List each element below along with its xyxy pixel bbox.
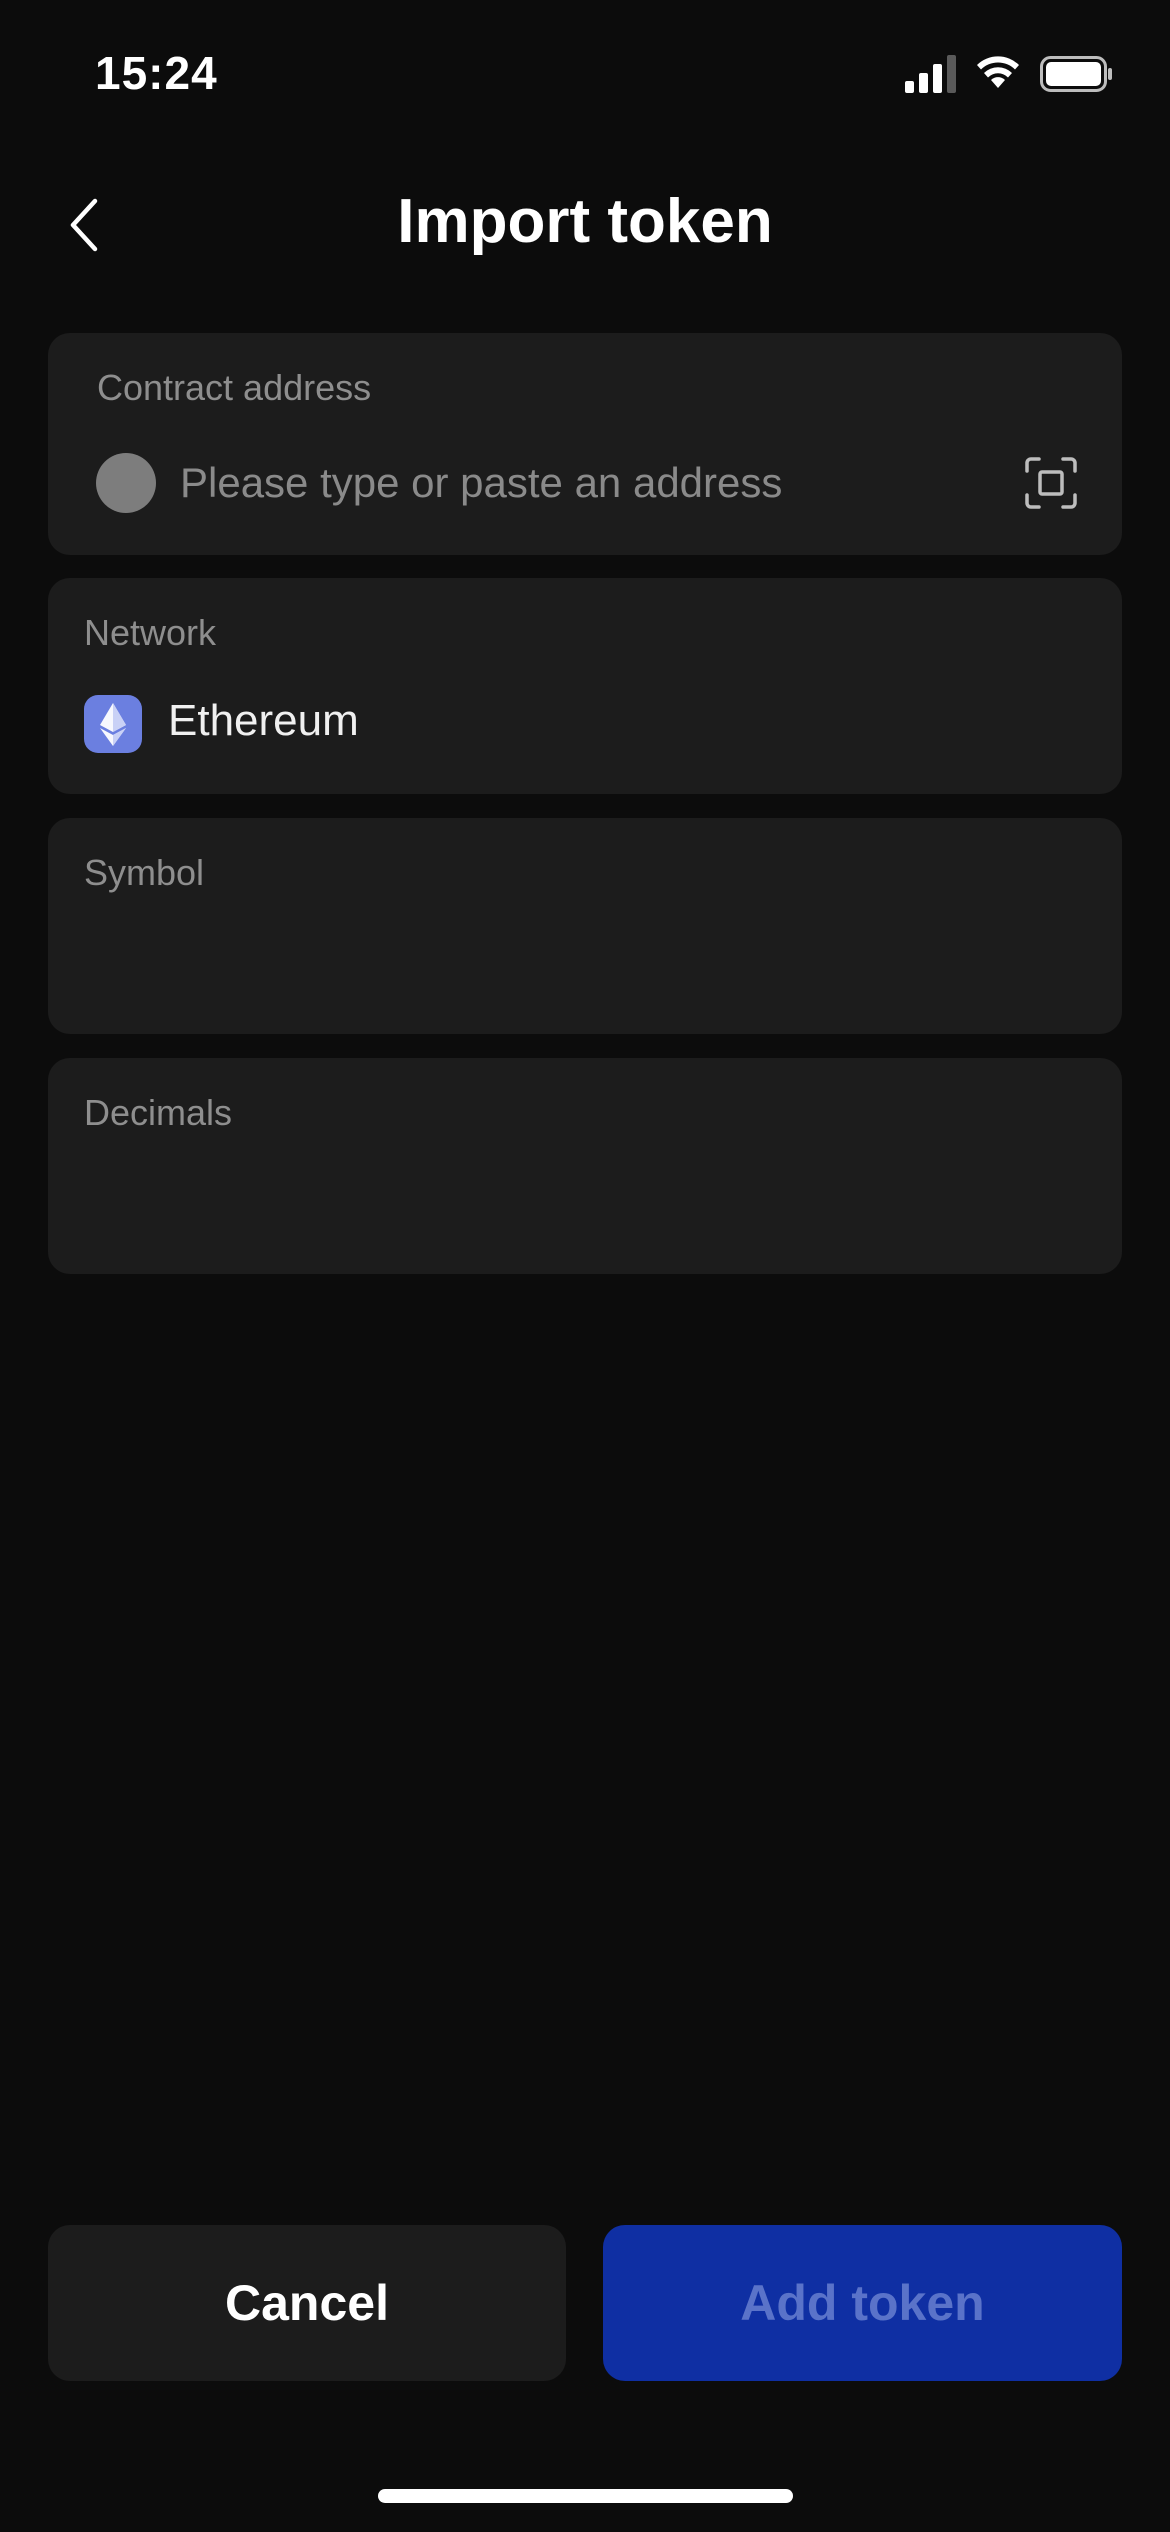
scan-icon [1025,457,1077,509]
decimals-input[interactable] [84,1168,1084,1238]
network-value: Ethereum [168,696,359,745]
scan-qr-button[interactable] [1023,455,1079,511]
address-avatar-placeholder [96,453,156,513]
network-label: Network [84,612,217,653]
cancel-button[interactable]: Cancel [48,2225,566,2381]
battery-icon [1040,56,1112,92]
decimals-label: Decimals [84,1092,233,1133]
home-indicator [378,2489,793,2503]
symbol-card[interactable]: Symbol [48,818,1122,1034]
page-title: Import token [397,187,773,256]
signal-icon [905,55,956,93]
contract-address-label: Contract address [97,367,372,408]
network-card[interactable]: Network Ethereum [48,578,1122,794]
contract-address-card[interactable]: Contract address [48,333,1122,555]
wifi-icon [977,56,1019,88]
decimals-card[interactable]: Decimals [48,1058,1122,1274]
add-token-button[interactable]: Add token [603,2225,1122,2381]
ethereum-icon [84,695,142,753]
status-bar: 15:24 [0,0,1170,150]
symbol-label: Symbol [84,852,205,893]
symbol-input[interactable] [84,928,1084,998]
status-time: 15:24 [95,47,218,99]
contract-address-input[interactable] [180,451,1000,515]
